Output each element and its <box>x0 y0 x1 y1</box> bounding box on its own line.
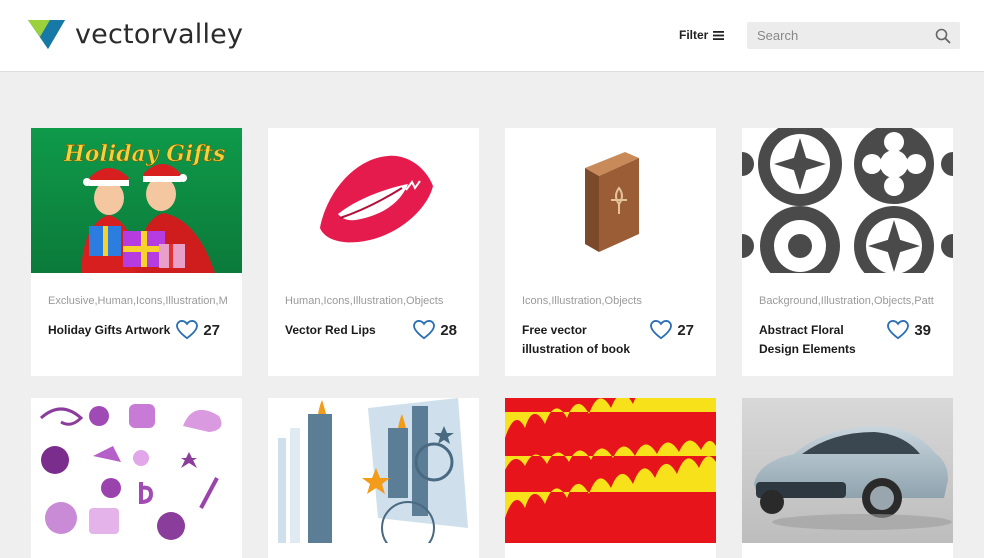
site-header: vectorvalley Filter <box>0 0 984 72</box>
vector-card[interactable]: Background,Illustration,Objects,Patt Abs… <box>742 128 953 376</box>
card-thumbnail-red-lips[interactable] <box>268 128 479 273</box>
card-title[interactable]: Abstract Floral Design Elements <box>759 321 884 359</box>
card-tags: Background,Illustration,Objects,Patt <box>759 295 934 307</box>
card-tags: Human,Icons,Illustration,Objects <box>285 295 444 307</box>
like-count: 27 <box>677 321 694 339</box>
card-thumbnail-purple-icons[interactable] <box>31 398 242 543</box>
like-count: 28 <box>440 321 457 339</box>
card-thumbnail-book[interactable] <box>505 128 716 273</box>
card-thumbnail-candles-city[interactable] <box>268 398 479 543</box>
search-input[interactable] <box>747 22 927 49</box>
card-title[interactable]: Vector Red Lips <box>285 321 410 340</box>
vector-card[interactable] <box>268 398 479 558</box>
search-box <box>747 22 960 49</box>
like-button[interactable]: 28 <box>413 320 457 340</box>
vector-card[interactable]: Icons,Illustration,Objects Free vector i… <box>505 128 716 376</box>
like-button[interactable]: 27 <box>650 320 694 340</box>
vector-card[interactable] <box>742 398 953 558</box>
filter-button[interactable]: Filter <box>679 28 725 42</box>
like-count: 27 <box>203 321 220 339</box>
heart-icon[interactable] <box>413 320 436 340</box>
vector-card[interactable]: Holiday Gifts Exclusive,Human,Icons,Illu… <box>31 128 242 376</box>
card-tags: Exclusive,Human,Icons,Illustration,M <box>48 295 228 307</box>
menu-lines-icon <box>713 30 725 40</box>
site-logo[interactable]: vectorvalley <box>28 18 243 50</box>
vectorvalley-logo-icon <box>28 20 65 49</box>
search-icon[interactable] <box>935 28 951 44</box>
holiday-gifts-artwork-text: Holiday Gifts <box>63 141 225 167</box>
like-button[interactable]: 27 <box>176 320 220 340</box>
heart-icon[interactable] <box>650 320 673 340</box>
card-thumbnail-car[interactable] <box>742 398 953 543</box>
card-thumbnail-holiday-gifts[interactable]: Holiday Gifts <box>31 128 242 273</box>
heart-icon[interactable] <box>887 320 910 340</box>
like-count: 39 <box>914 321 931 339</box>
vector-card[interactable] <box>31 398 242 558</box>
logo-text: vectorvalley <box>75 18 244 50</box>
card-tags: Icons,Illustration,Objects <box>522 295 642 307</box>
card-thumbnail-floral[interactable] <box>742 128 953 273</box>
filter-label: Filter <box>679 28 709 42</box>
heart-icon[interactable] <box>176 320 199 340</box>
like-button[interactable]: 39 <box>887 320 931 340</box>
card-thumbnail-flames[interactable] <box>505 398 716 543</box>
vector-card[interactable] <box>505 398 716 558</box>
card-title[interactable]: Holiday Gifts Artwork <box>48 321 173 340</box>
vector-card[interactable]: Human,Icons,Illustration,Objects Vector … <box>268 128 479 376</box>
card-title[interactable]: Free vector illustration of book <box>522 321 647 359</box>
